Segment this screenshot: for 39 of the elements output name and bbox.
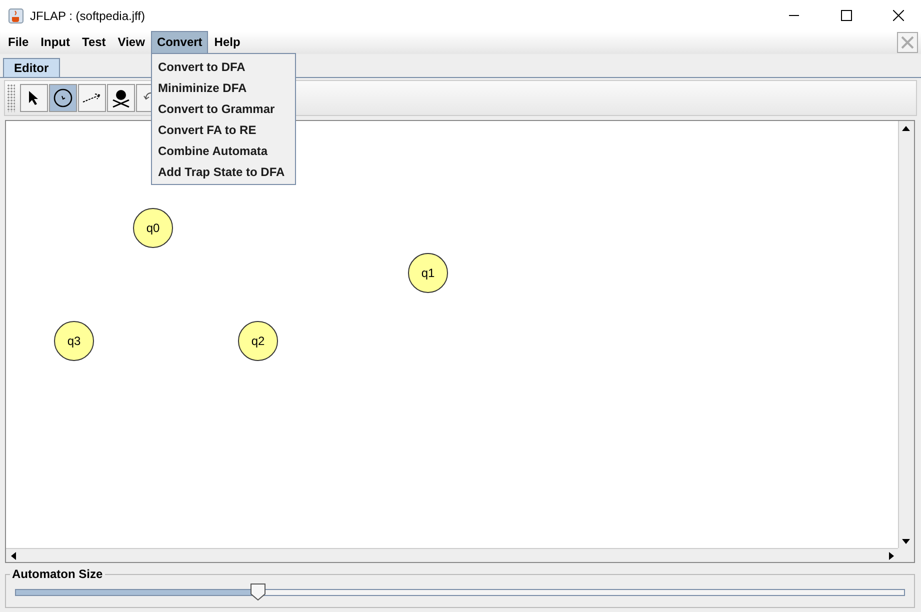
menu-entry[interactable]: Convert FA to RE <box>152 119 295 140</box>
menu-item[interactable]: Help <box>208 31 246 54</box>
circle-icon <box>53 88 73 108</box>
toolbar-grip[interactable] <box>7 84 15 112</box>
slider-track[interactable] <box>14 583 906 601</box>
menu-item[interactable]: Convert <box>150 31 208 54</box>
right-arrow-icon[interactable] <box>888 552 894 560</box>
left-arrow-icon[interactable] <box>10 552 16 560</box>
slider-thumb[interactable] <box>250 583 266 601</box>
state-node[interactable]: q2 <box>238 321 278 362</box>
skull-icon <box>111 88 131 108</box>
state-node[interactable]: q0 <box>133 208 173 248</box>
menu-item[interactable]: Input <box>34 31 76 54</box>
state-node[interactable]: q3 <box>54 321 94 362</box>
horizontal-scrollbar[interactable] <box>6 548 898 562</box>
java-cup-icon <box>8 8 24 24</box>
menu-item[interactable]: File <box>2 31 35 54</box>
up-arrow-icon[interactable] <box>902 126 910 131</box>
down-arrow-icon[interactable] <box>902 538 910 544</box>
menu-entry[interactable]: Convert to Grammar <box>152 98 295 119</box>
tab[interactable]: Editor <box>3 58 60 78</box>
menu-item[interactable]: Test <box>76 31 112 54</box>
close-icon <box>901 36 914 49</box>
maximize-icon <box>840 10 852 21</box>
minimize-icon <box>789 14 799 16</box>
tool-button[interactable] <box>49 84 77 112</box>
menu-entry[interactable]: Miniminize DFA <box>152 77 295 98</box>
arrow-icon <box>82 92 102 104</box>
panel-label: Automaton Size <box>11 567 104 581</box>
window-title: JFLAP : (softpedia.jff) <box>30 8 146 22</box>
close-icon <box>892 10 904 21</box>
tool-button[interactable] <box>107 84 135 112</box>
menu-entry[interactable]: Convert to DFA <box>152 56 295 77</box>
menu-item[interactable]: View <box>112 31 151 54</box>
menu-entry[interactable]: Add Trap State to DFA <box>152 161 295 182</box>
pointer-icon <box>28 90 40 106</box>
tool-button[interactable] <box>20 84 48 112</box>
menu-entry[interactable]: Combine Automata <box>152 140 295 161</box>
state-node[interactable]: q1 <box>408 253 448 294</box>
